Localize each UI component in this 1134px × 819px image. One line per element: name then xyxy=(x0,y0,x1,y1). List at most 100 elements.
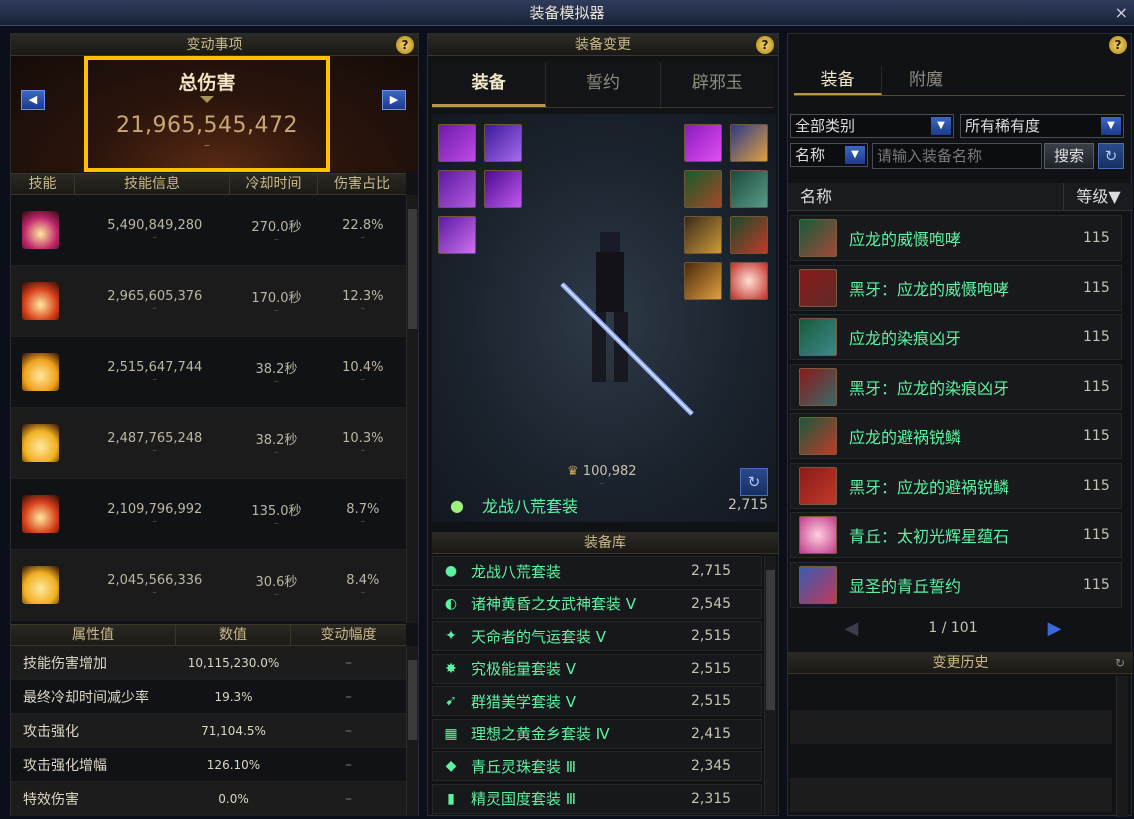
set-icon: ✦ xyxy=(445,628,457,644)
library-item[interactable]: ✦ 天命者的气运套装 Ⅴ 2,515 xyxy=(432,621,762,651)
item-row[interactable]: 黑牙：应龙的染痕凶牙 115 xyxy=(790,363,1122,410)
library-item[interactable]: ➹ 群猎美学套装 Ⅴ 2,515 xyxy=(432,686,762,716)
col-cooldown: 冷却时间 xyxy=(230,174,318,194)
item-icon xyxy=(799,565,837,604)
item-list: 应龙的威慑咆哮 115 黑牙：应龙的威慑咆哮 115 应龙的染痕凶牙 115 黑牙：应… xyxy=(790,215,1122,611)
equip-slot-top[interactable] xyxy=(438,170,476,208)
item-row[interactable]: 应龙的威慑咆哮 115 xyxy=(790,215,1122,261)
search-field-select[interactable]: 名称 ▼ xyxy=(790,143,868,167)
change-summary-title: 变动事项 xyxy=(186,37,243,53)
item-row[interactable]: 黑牙：应龙的威慑咆哮 115 xyxy=(790,264,1122,311)
item-level: 115 xyxy=(1083,329,1110,345)
skill-ratio: 8.7% xyxy=(346,501,380,517)
library-scrollbar[interactable] xyxy=(764,556,776,814)
skill-ratio: 8.4% xyxy=(346,572,380,588)
help-icon[interactable]: ? xyxy=(756,36,774,54)
tab-oath[interactable]: 誓约 xyxy=(546,62,661,107)
pagination: ◀ 1 / 101 ▶ xyxy=(788,615,1118,641)
prev-button[interactable]: ◀ xyxy=(21,90,45,110)
character-sprite xyxy=(560,232,694,416)
close-button[interactable]: × xyxy=(1115,0,1128,26)
library-item[interactable]: ▮ 精灵国度套装 Ⅲ 2,315 xyxy=(432,783,762,814)
attribute-change: – xyxy=(345,688,352,705)
total-damage-label: 总伤害 xyxy=(178,72,236,94)
rarity-select[interactable]: 所有稀有度 ▼ xyxy=(960,114,1124,138)
chevron-down-icon: ▼ xyxy=(1101,117,1121,135)
equip-slot-necklace[interactable] xyxy=(684,170,722,208)
set-icon: ➹ xyxy=(445,693,457,709)
category-select-value: 全部类别 xyxy=(795,117,856,135)
equip-slot-aura[interactable] xyxy=(684,124,722,162)
next-button[interactable]: ▶ xyxy=(382,90,406,110)
tab-talisman[interactable]: 辟邪玉 xyxy=(661,62,774,107)
equip-slot-avatar[interactable] xyxy=(730,124,768,162)
window-title: 装备模拟器 xyxy=(529,4,605,22)
col-value: 数值 xyxy=(176,625,291,645)
skill-cooldown-delta: – xyxy=(273,233,279,245)
equip-slot-bracelet[interactable] xyxy=(730,170,768,208)
change-summary-header: 变动事项 ? xyxy=(11,34,418,56)
item-row[interactable]: 青丘：太初光辉星蕴石 115 xyxy=(790,512,1122,558)
library-item[interactable]: ◐ 诸神黄昏之女武神套装 Ⅴ 2,545 xyxy=(432,588,762,619)
search-input[interactable]: 请输入装备名称 xyxy=(872,143,1042,169)
category-select[interactable]: 全部类别 ▼ xyxy=(790,114,954,138)
equip-slot-shoulder[interactable] xyxy=(438,216,476,254)
library-item[interactable]: ● 龙战八荒套装 2,715 xyxy=(432,556,762,586)
skill-row[interactable]: 2,487,765,248– 38.2秒 – 10.3% – xyxy=(11,408,406,479)
item-name: 应龙的避祸锐鳞 xyxy=(849,428,962,447)
help-icon[interactable]: ? xyxy=(396,36,414,54)
item-row[interactable]: 应龙的避祸锐鳞 115 xyxy=(790,413,1122,459)
equip-slot-title[interactable] xyxy=(484,124,522,162)
item-list-header: 名称 等级▼ xyxy=(788,183,1133,211)
item-row[interactable]: 应龙的染痕凶牙 115 xyxy=(790,314,1122,360)
item-name: 青丘：太初光辉星蕴石 xyxy=(849,527,1010,546)
attribute-value: 19.3% xyxy=(214,689,253,704)
attribute-name: 特效伤害 xyxy=(23,791,79,808)
chevron-down-icon: ▼ xyxy=(931,117,951,135)
help-icon[interactable]: ? xyxy=(1109,36,1127,54)
search-button[interactable]: 搜索 xyxy=(1044,143,1094,169)
library-item[interactable]: ◆ 青丘灵珠套装 Ⅲ 2,345 xyxy=(432,751,762,781)
search-row: 名称 ▼ 请输入装备名称 搜索 ↻ xyxy=(790,143,1124,169)
tab-equipment-search[interactable]: 装备 xyxy=(794,66,882,95)
col-level[interactable]: 等级▼ xyxy=(1063,183,1133,210)
skill-row[interactable]: 2,965,605,376– 170.0秒 – 12.3% – xyxy=(11,266,406,337)
attribute-value: 71,104.5% xyxy=(201,723,266,738)
skill-icon xyxy=(22,282,60,320)
next-page-icon[interactable]: ▶ xyxy=(1048,618,1062,639)
skill-damage-delta: – xyxy=(152,231,158,243)
library-item[interactable]: ✸ 究极能量套装 Ⅴ 2,515 xyxy=(432,653,762,684)
equip-slot-weapon[interactable] xyxy=(438,124,476,162)
item-row[interactable]: 显圣的青丘誓约 115 xyxy=(790,561,1122,608)
item-row[interactable]: 黑牙：应龙的避祸锐鳞 115 xyxy=(790,462,1122,509)
equip-slot-bottom[interactable] xyxy=(484,170,522,208)
scrollbar-thumb[interactable] xyxy=(408,660,417,740)
library-item[interactable]: ▦ 理想之黄金乡套装 Ⅳ 2,415 xyxy=(432,718,762,749)
filter-row: 全部类别 ▼ 所有稀有度 ▼ xyxy=(790,114,1124,138)
library-item-value: 2,515 xyxy=(691,628,732,644)
col-name[interactable]: 名称 xyxy=(788,183,1063,210)
history-refresh-icon[interactable]: ↻ xyxy=(1115,652,1125,674)
tab-equipment[interactable]: 装备 xyxy=(432,62,547,107)
search-tabs: 装备 附魔 xyxy=(794,66,1125,96)
item-name: 黑牙：应龙的染痕凶牙 xyxy=(849,378,1010,398)
scrollbar-thumb[interactable] xyxy=(408,209,417,329)
skill-row[interactable]: 2,045,566,336– 30.6秒 – 8.4% – xyxy=(11,550,406,621)
skill-list-scrollbar[interactable] xyxy=(406,195,418,623)
equipment-change-panel: 装备变更 ? 装备 誓约 辟邪玉 ♛ 100,982 – ↻ ● 龙战八荒套装 … xyxy=(427,33,779,816)
tab-enchant[interactable]: 附魔 xyxy=(882,66,970,95)
skill-ratio: 10.3% xyxy=(342,430,384,446)
attribute-scrollbar[interactable] xyxy=(406,646,418,816)
skill-row[interactable]: 5,490,849,280– 270.0秒 – 22.8% – xyxy=(11,195,406,266)
item-level: 115 xyxy=(1083,279,1110,296)
prev-page-icon[interactable]: ◀ xyxy=(845,618,859,639)
skill-row[interactable]: 2,109,796,992– 135.0秒 – 8.7% – xyxy=(11,479,406,550)
equip-slot-support[interactable] xyxy=(730,216,768,254)
attribute-row: 攻击强化增幅 126.10% – xyxy=(11,748,406,782)
scrollbar-thumb[interactable] xyxy=(766,570,775,710)
item-level: 115 xyxy=(1083,527,1110,543)
skill-row[interactable]: 2,515,647,744– 38.2秒 – 10.4% – xyxy=(11,337,406,408)
equip-slot-earring[interactable] xyxy=(730,262,768,300)
refresh-icon[interactable]: ↻ xyxy=(1098,143,1124,169)
history-scrollbar[interactable] xyxy=(1116,676,1128,817)
